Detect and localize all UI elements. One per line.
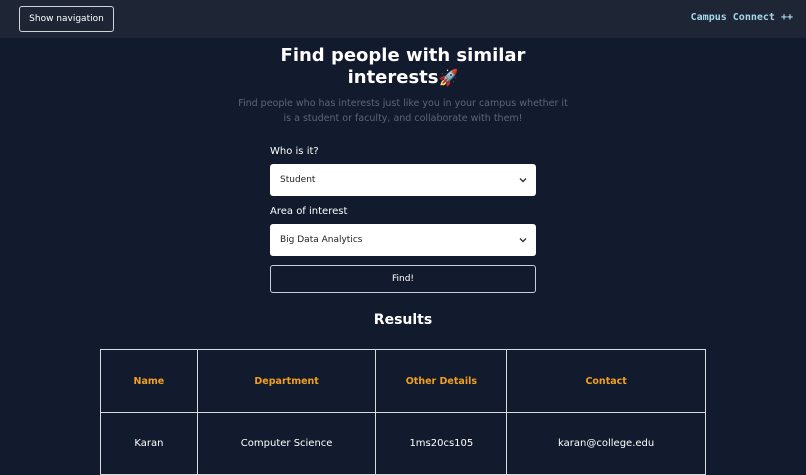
role-select[interactable]: Student — [270, 164, 536, 196]
show-navigation-button[interactable]: Show navigation — [19, 6, 114, 32]
page-subtitle: Find people who has interests just like … — [238, 98, 568, 124]
cell-contact: karan@college.edu — [506, 412, 706, 475]
top-navbar: Show navigation Campus Connect ++ — [0, 0, 806, 38]
interest-select[interactable]: Big Data Analytics — [270, 224, 536, 256]
role-label: Who is it? — [270, 146, 319, 157]
cell-name: Karan — [100, 412, 198, 475]
table-row: Karan Computer Science 1ms20cs105 karan@… — [100, 412, 706, 475]
chevron-down-icon — [519, 238, 527, 243]
column-header-other-details: Other Details — [375, 349, 508, 413]
interest-select-value: Big Data Analytics — [280, 235, 363, 245]
interest-label: Area of interest — [270, 206, 348, 217]
cell-department: Computer Science — [196, 412, 377, 475]
column-header-department: Department — [196, 349, 377, 413]
results-heading: Results — [373, 312, 433, 328]
table-header-row: Name Department Other Details Contact — [100, 349, 706, 413]
cell-other-details: 1ms20cs105 — [375, 412, 508, 475]
column-header-name: Name — [100, 349, 198, 413]
rocket-icon: 🚀 — [438, 68, 459, 87]
find-button[interactable]: Find! — [270, 265, 536, 293]
page-title-text: Find people with similar interests — [280, 45, 526, 88]
page-title: Find people with similar interests🚀 — [253, 45, 553, 89]
chevron-down-icon — [519, 178, 527, 183]
column-header-contact: Contact — [506, 349, 706, 413]
role-select-value: Student — [280, 175, 316, 185]
results-table: Name Department Other Details Contact Ka… — [100, 349, 706, 475]
brand-logo-text[interactable]: Campus Connect ++ — [691, 12, 793, 23]
